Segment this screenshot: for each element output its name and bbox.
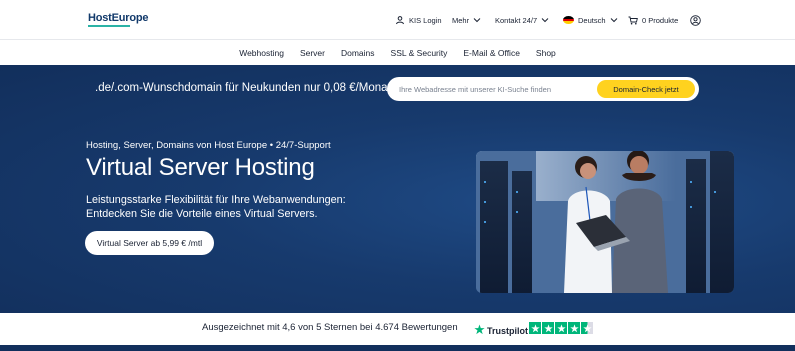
host-europe-logo[interactable]: HostEurope: [88, 12, 149, 30]
rating-star-5: [581, 322, 593, 334]
shopping-cart-icon: [628, 16, 638, 25]
rating-summary: Ausgezeichnet mit 4,6 von 5 Sternen bei …: [202, 322, 458, 333]
footer-strip: [0, 345, 795, 351]
language-label: Deutsch: [578, 15, 606, 25]
user-circle-icon: [395, 15, 405, 25]
domain-promo-text: .de/.com-Wunschdomain für Neukunden nur …: [95, 82, 399, 94]
cart-label: 0 Produkte: [642, 15, 679, 25]
chevron-down-icon: [541, 17, 549, 23]
trustpilot-logo[interactable]: Trustpilot: [474, 322, 528, 340]
domain-check-button[interactable]: Domain-Check jetzt: [597, 80, 695, 98]
hero-eyebrow: Hosting, Server, Domains von Host Europe…: [86, 140, 331, 151]
nav-item-email-office[interactable]: E-Mail & Office: [463, 48, 520, 58]
main-nav: Webhosting Server Domains SSL & Security…: [0, 40, 795, 65]
hero-image-datacenter: [476, 151, 734, 293]
nav-item-ssl-security[interactable]: SSL & Security: [391, 48, 448, 58]
rating-star-4: [568, 322, 580, 334]
hero-section: .de/.com-Wunschdomain für Neukunden nur …: [0, 65, 795, 313]
logo-underline: [88, 25, 130, 27]
chevron-down-icon: [473, 17, 481, 23]
trustpilot-stars: [529, 322, 593, 334]
domain-search-input[interactable]: [399, 77, 589, 101]
trust-bar: Ausgezeichnet mit 4,6 von 5 Sternen bei …: [0, 313, 795, 345]
top-bar: HostEurope KIS Login Mehr Kontakt 24/7 D…: [0, 0, 795, 40]
mehr-menu[interactable]: Mehr: [452, 0, 481, 40]
account-button[interactable]: [690, 0, 701, 40]
nav-item-webhosting[interactable]: Webhosting: [239, 48, 284, 58]
kis-login-link[interactable]: KIS Login: [395, 0, 442, 40]
mehr-label: Mehr: [452, 15, 470, 25]
trustpilot-label: Trustpilot: [487, 326, 528, 336]
nav-item-shop[interactable]: Shop: [536, 48, 556, 58]
domain-search-box: Domain-Check jetzt: [387, 77, 699, 101]
rating-star-2: [542, 322, 554, 334]
star-icon: [474, 322, 485, 340]
rating-star-1: [529, 322, 541, 334]
rating-star-3: [555, 322, 567, 334]
cart-link[interactable]: 0 Produkte: [628, 0, 678, 40]
chevron-down-icon: [610, 17, 618, 23]
language-selector[interactable]: Deutsch: [563, 0, 618, 40]
virtual-server-cta-button[interactable]: Virtual Server ab 5,99 € /mtl: [85, 231, 214, 255]
logo-text: HostEurope: [88, 12, 149, 24]
nav-item-domains[interactable]: Domains: [341, 48, 375, 58]
page-title: Virtual Server Hosting: [86, 154, 315, 181]
german-flag-icon: [563, 16, 574, 24]
user-icon: [690, 14, 701, 26]
kontakt-label: Kontakt 24/7: [495, 15, 538, 25]
kontakt-menu[interactable]: Kontakt 24/7: [495, 0, 549, 40]
nav-item-server[interactable]: Server: [300, 48, 325, 58]
hero-subline: Leistungsstarke Flexibilität für Ihre We…: [86, 194, 346, 220]
kis-login-label: KIS Login: [409, 15, 442, 25]
